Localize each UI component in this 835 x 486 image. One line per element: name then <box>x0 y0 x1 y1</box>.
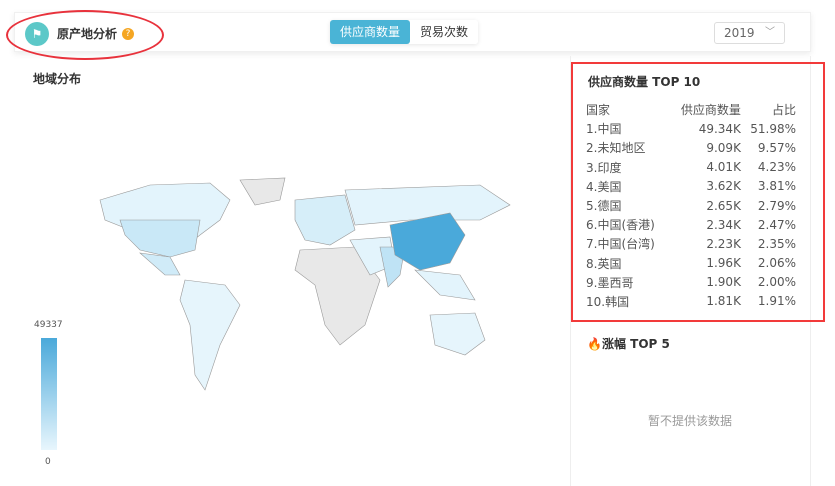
country-cell: 10.韩国 <box>586 294 630 309</box>
table-row: 4.美国 3.62K 3.81% <box>586 177 796 196</box>
table-row: 1.中国 49.34K 51.98% <box>586 119 796 138</box>
table-row: 10.韩国 1.81K 1.91% <box>586 292 796 311</box>
share-cell: 1.91% <box>757 294 796 309</box>
usa <box>119 219 201 258</box>
count-cell: 49.34K <box>698 121 741 136</box>
legend-max: 49337 <box>34 320 63 330</box>
legend-min: 0 <box>45 457 51 467</box>
table-row: 7.中国(台湾) 2.23K 2.35% <box>586 234 796 253</box>
tab-trade-count[interactable]: 贸易次数 <box>410 20 479 44</box>
count-cell: 3.62K <box>706 179 741 194</box>
count-cell: 4.01K <box>706 160 741 175</box>
count-cell: 1.90K <box>706 275 741 290</box>
country-cell: 2.未知地区 <box>586 141 646 156</box>
table-row: 6.中国(香港) 2.34K 2.47% <box>586 215 796 234</box>
table-header-row: 国家 供应商数量 占比 <box>586 100 796 119</box>
count-cell: 9.09K <box>706 140 741 155</box>
count-cell: 2.23K <box>706 236 741 251</box>
map-title: 地域分布 <box>33 72 82 86</box>
share-cell: 2.79% <box>757 198 796 213</box>
country-cell: 9.墨西哥 <box>586 275 634 290</box>
table-row: 9.墨西哥 1.90K 2.00% <box>586 273 796 292</box>
count-cell: 2.65K <box>706 198 741 213</box>
world-map <box>99 177 511 391</box>
metric-tabs: 供应商数量 贸易次数 <box>330 20 479 44</box>
country-cell: 1.中国 <box>586 122 622 137</box>
country-cell: 6.中国(香港) <box>586 218 655 233</box>
table-row: 2.未知地区 9.09K 9.57% <box>586 138 796 157</box>
europe <box>294 194 356 246</box>
share-cell: 2.35% <box>757 236 796 251</box>
greenland <box>239 177 286 206</box>
share-cell: 2.00% <box>757 275 796 290</box>
top10-table: 国家 供应商数量 占比 1.中国 49.34K 51.98% 2.未知地区 9.09K 9.5… <box>586 100 796 311</box>
share-cell: 2.06% <box>757 256 796 271</box>
year-value: 2019 <box>724 26 755 40</box>
table-row: 3.印度 4.01K 4.23% <box>586 158 796 177</box>
table-body: 1.中国 49.34K 51.98% 2.未知地区 9.09K 9.57% 3.印度 4.01… <box>586 119 796 311</box>
share-cell: 9.57% <box>757 140 796 155</box>
count-cell: 1.96K <box>706 256 741 271</box>
south-america <box>179 279 241 391</box>
country-cell: 4.美国 <box>586 179 622 194</box>
australia <box>429 312 486 356</box>
col-share: 占比 <box>771 103 796 118</box>
share-cell: 4.23% <box>757 160 796 175</box>
col-count: 供应商数量 <box>680 103 741 118</box>
fire-icon: 🔥 <box>587 337 602 351</box>
top10-title: 供应商数量 TOP 10 <box>588 75 701 89</box>
country-cell: 7.中国(台湾) <box>586 237 655 252</box>
share-cell: 2.47% <box>757 217 796 232</box>
table-row: 5.德国 2.65K 2.79% <box>586 196 796 215</box>
color-legend[interactable] <box>41 338 57 450</box>
tab-supplier-count[interactable]: 供应商数量 <box>330 20 411 44</box>
year-select[interactable]: 2019 ﹀ <box>714 22 785 44</box>
country-cell: 3.印度 <box>586 160 622 175</box>
annotation-ellipse <box>6 10 164 60</box>
table-row: 8.英国 1.96K 2.06% <box>586 254 796 273</box>
count-cell: 2.34K <box>706 217 741 232</box>
country-cell: 8.英国 <box>586 256 622 271</box>
mexico <box>139 252 181 276</box>
count-cell: 1.81K <box>706 294 741 309</box>
top5-title: 🔥涨幅 TOP 5 <box>587 335 670 352</box>
top5-title-text: 涨幅 TOP 5 <box>601 337 670 351</box>
share-cell: 51.98% <box>750 121 796 136</box>
empty-message: 暂不提供该数据 <box>648 414 733 428</box>
share-cell: 3.81% <box>757 179 796 194</box>
col-country: 国家 <box>586 103 611 118</box>
country-cell: 5.德国 <box>586 199 622 214</box>
chevron-down-icon: ﹀ <box>765 27 775 38</box>
southeast-asia <box>414 269 476 301</box>
